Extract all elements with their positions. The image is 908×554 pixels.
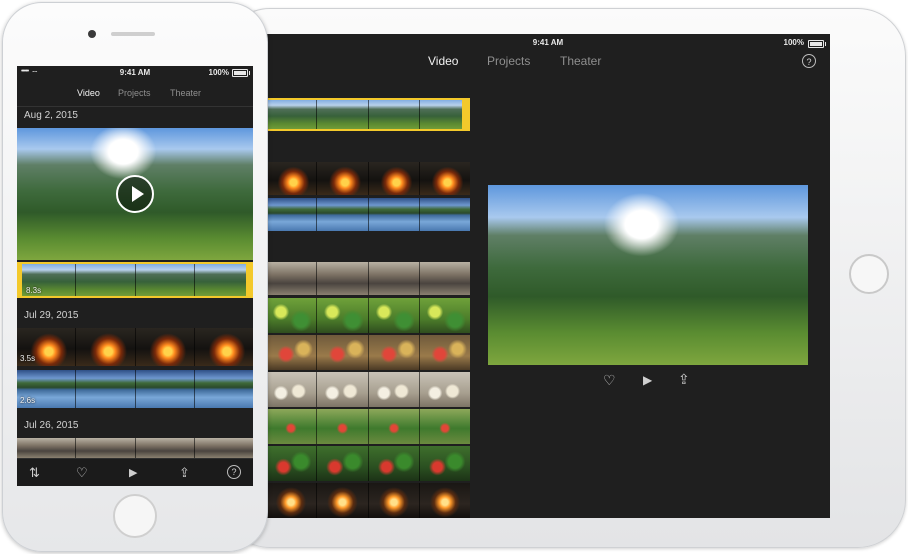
trim-handle[interactable]	[462, 98, 470, 131]
play-button[interactable]	[116, 175, 154, 213]
ipad-clip-fire[interactable]	[266, 162, 470, 195]
heart-icon[interactable]: ♡	[76, 465, 88, 481]
iphone-status-bar: ••••• ⌔ 9:41 AM 100%	[17, 68, 253, 80]
clip-duration: 3.5s	[20, 354, 36, 363]
ipad-help-button[interactable]: ?	[802, 54, 816, 68]
ipad-tab-video[interactable]: Video	[428, 54, 458, 68]
iphone-battery-percent: 100%	[208, 68, 229, 77]
section-date: Jul 26, 2015	[24, 420, 79, 431]
ipad-status-time: 9:41 AM	[532, 38, 564, 47]
iphone-toolbar: ⇅ ♡ ▶ ⇪ ?	[17, 458, 253, 486]
ipad-status-bar: 9:41 AM 100%	[266, 38, 830, 50]
front-camera	[88, 30, 96, 38]
ipad-clip-street[interactable]	[266, 262, 470, 295]
ipad-tab-bar: Video Projects Theater ?	[266, 54, 830, 72]
iphone-tab-bar: Video Projects Theater	[17, 88, 253, 102]
video-preview[interactable]	[488, 185, 808, 365]
ipad-tab-projects[interactable]: Projects	[487, 54, 530, 68]
clip-duration: 8.3s	[26, 286, 42, 295]
iphone-clip-street[interactable]	[17, 438, 253, 458]
help-button[interactable]: ?	[227, 465, 241, 479]
iphone-clip-fire[interactable]	[17, 328, 253, 366]
battery-icon	[808, 40, 826, 48]
trim-handle[interactable]	[246, 262, 253, 298]
iphone-clip-lake[interactable]	[17, 370, 253, 408]
play-icon[interactable]: ▶	[643, 373, 652, 387]
earpiece	[111, 32, 155, 36]
ipad-home-button[interactable]	[849, 254, 889, 294]
ipad-screen: 9:41 AM 100% Video Projects Theater ? ♡ …	[266, 34, 830, 518]
battery-icon	[232, 69, 250, 77]
sort-icon[interactable]: ⇅	[29, 465, 40, 481]
iphone-tab-theater[interactable]: Theater	[170, 88, 201, 98]
ipad-clip-eggs[interactable]	[266, 372, 470, 407]
ipad-clip-wok[interactable]	[266, 483, 470, 518]
share-icon[interactable]: ⇪	[678, 371, 690, 388]
iphone-tab-projects[interactable]: Projects	[118, 88, 151, 98]
ipad-clip-greens[interactable]	[266, 409, 470, 444]
ipad-tab-theater[interactable]: Theater	[560, 54, 601, 68]
heart-icon[interactable]: ♡	[603, 372, 616, 389]
ipad-clip-lake[interactable]	[266, 198, 470, 231]
divider	[17, 106, 253, 107]
ipad-clip-peppers[interactable]	[266, 446, 470, 481]
share-icon[interactable]: ⇪	[179, 465, 190, 481]
ipad-battery-percent: 100%	[783, 38, 804, 47]
section-date: Jul 29, 2015	[24, 310, 79, 321]
ipad-clip-vegetables[interactable]	[266, 298, 470, 333]
iphone-tab-video[interactable]: Video	[77, 88, 100, 98]
iphone-home-button[interactable]	[113, 494, 157, 538]
trim-handle[interactable]	[17, 262, 22, 298]
play-icon[interactable]: ▶	[129, 466, 137, 479]
ipad-clip-market[interactable]	[266, 335, 470, 370]
iphone-clip-selected[interactable]	[17, 262, 253, 298]
iphone-screen: ••••• ⌔ 9:41 AM 100% Video Projects Thea…	[17, 66, 253, 486]
clip-duration: 2.6s	[20, 396, 36, 405]
ipad-clip-selected[interactable]	[266, 98, 470, 131]
section-date: Aug 2, 2015	[24, 110, 78, 121]
